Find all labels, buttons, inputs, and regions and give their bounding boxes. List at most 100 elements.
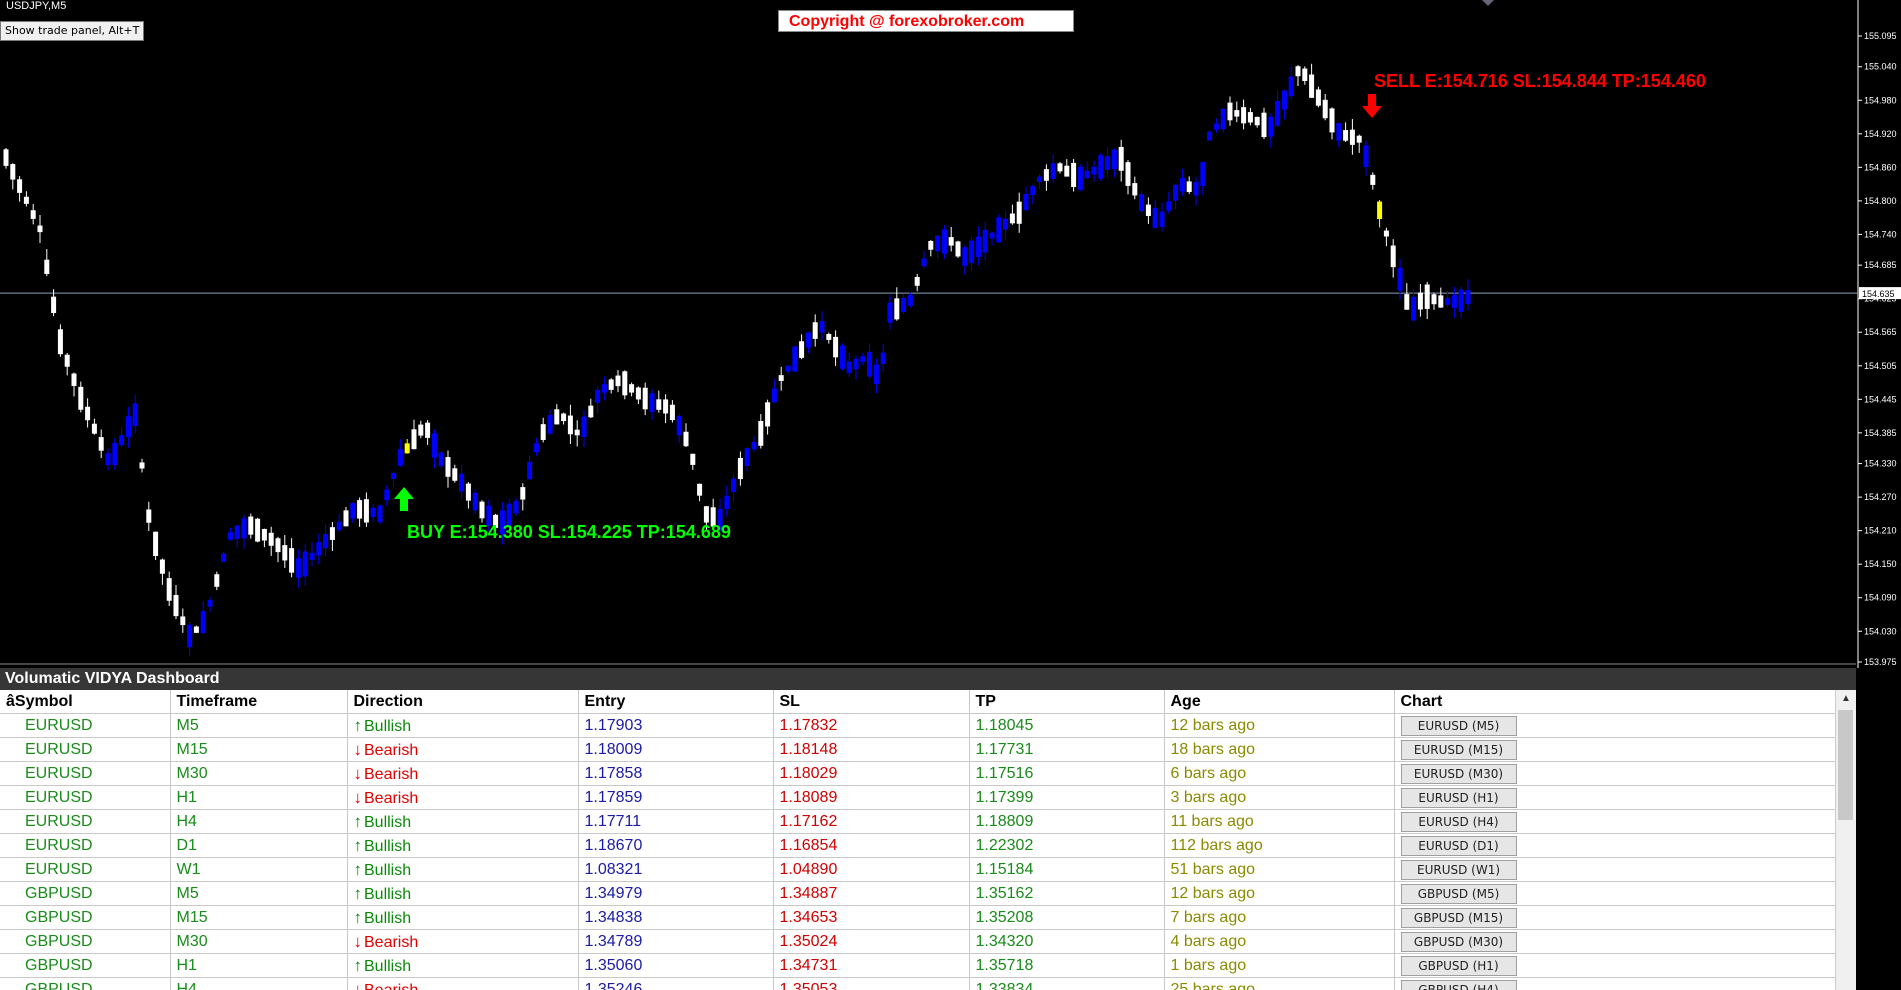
- candle-body: [914, 276, 920, 286]
- candle-body: [676, 416, 682, 436]
- table-header-row: âSymbol Timeframe Direction Entry SL TP …: [0, 690, 1836, 714]
- header-chart[interactable]: Chart: [1394, 690, 1836, 714]
- price-chart[interactable]: 155.095 155.040 154.980 154.920 154.860 154.8…: [0, 0, 1901, 668]
- candle-body: [248, 516, 254, 535]
- candle-body: [1424, 284, 1430, 309]
- cell-entry: 1.35060: [578, 953, 774, 978]
- candle-body: [404, 443, 410, 454]
- candle-body: [397, 449, 403, 466]
- candle-body: [91, 423, 97, 434]
- show-trade-panel-button[interactable]: Show trade panel, Alt+T: [0, 21, 145, 41]
- cell-timeframe: W1: [170, 857, 348, 882]
- candlestick-chart[interactable]: 155.095 155.040 154.980 154.920 154.860 154.8…: [0, 0, 1901, 668]
- cell-entry: 1.17903: [578, 713, 774, 738]
- table-row: GBPUSD H4 ↓ Bearish 1.35246 1.35053 1.33834 25 …: [0, 977, 1836, 990]
- candle-body: [1037, 176, 1043, 183]
- cell-timeframe: H4: [170, 809, 348, 834]
- candle-body: [363, 499, 369, 523]
- header-symbol[interactable]: âSymbol: [0, 690, 171, 714]
- open-chart-button[interactable]: EURUSD (H1): [1400, 787, 1517, 808]
- open-chart-button[interactable]: GBPUSD (M30): [1400, 931, 1517, 952]
- table-row: EURUSD M5 ↑ Bullish 1.17903 1.17832 1.18045 12 …: [0, 713, 1836, 738]
- buy-signal-label: BUY E:154.380 SL:154.225 TP:154.689: [407, 522, 731, 542]
- candle-body: [166, 578, 172, 601]
- candle-body: [1343, 130, 1349, 141]
- candle-body: [1125, 162, 1131, 186]
- candle-body: [533, 443, 539, 453]
- candle-body: [703, 506, 709, 523]
- candle-body: [431, 433, 437, 458]
- cell-age: 18 bars ago: [1164, 737, 1395, 762]
- candle-body: [112, 442, 118, 465]
- candle-body: [438, 452, 444, 467]
- cell-timeframe: M15: [170, 905, 348, 930]
- candle-body: [465, 483, 471, 501]
- open-chart-button[interactable]: EURUSD (H4): [1400, 811, 1517, 832]
- open-chart-button[interactable]: EURUSD (D1): [1400, 835, 1517, 856]
- open-chart-button[interactable]: GBPUSD (H1): [1400, 955, 1517, 976]
- cell-age: 11 bars ago: [1164, 809, 1395, 834]
- candle-body: [805, 332, 811, 348]
- cell-age: 4 bars ago: [1164, 929, 1395, 954]
- cell-symbol: GBPUSD: [0, 881, 171, 906]
- header-entry[interactable]: Entry: [578, 690, 774, 714]
- header-age[interactable]: Age: [1164, 690, 1395, 714]
- candle-body: [1431, 294, 1437, 305]
- direction-label: Bearish: [364, 741, 419, 759]
- table-row: EURUSD M15 ↓ Bearish 1.18009 1.18148 1.17731 18…: [0, 737, 1836, 762]
- open-chart-button[interactable]: EURUSD (W1): [1400, 859, 1517, 880]
- candle-body: [642, 387, 648, 410]
- candle-body: [567, 415, 573, 435]
- candle-body: [724, 495, 730, 509]
- arrow-up-icon: ↑: [353, 883, 363, 903]
- direction-label: Bearish: [364, 765, 419, 783]
- candle-body: [1098, 155, 1104, 179]
- candle-body: [751, 442, 757, 450]
- candle-body: [1377, 201, 1383, 220]
- candle-body: [697, 483, 703, 496]
- price-tick-label: 154.330: [1864, 459, 1897, 469]
- copyright-label: Copyright @ forexobroker.com: [778, 10, 1074, 32]
- scroll-thumb[interactable]: [1838, 710, 1853, 820]
- scroll-up-icon[interactable]: ▲: [1836, 690, 1856, 708]
- candle-body: [690, 453, 696, 465]
- direction-label: Bullish: [364, 837, 412, 855]
- cell-symbol: EURUSD: [0, 785, 171, 810]
- open-chart-button[interactable]: EURUSD (M5): [1400, 715, 1517, 736]
- candle-body: [1261, 112, 1267, 138]
- candle-body: [656, 399, 662, 410]
- open-chart-button[interactable]: EURUSD (M30): [1400, 763, 1517, 784]
- candle-body: [948, 237, 954, 246]
- cell-entry: 1.18670: [578, 833, 774, 858]
- candle-body: [629, 384, 635, 393]
- candle-body: [1397, 267, 1403, 291]
- candle-body: [1193, 181, 1199, 196]
- price-tick-label: 154.210: [1864, 526, 1897, 536]
- candle-body: [336, 521, 342, 531]
- open-chart-button[interactable]: EURUSD (M15): [1400, 739, 1517, 760]
- header-tp[interactable]: TP: [969, 690, 1165, 714]
- cell-sl: 1.35053: [773, 977, 970, 990]
- candle-body: [241, 518, 247, 539]
- candle-body: [295, 558, 301, 578]
- vidya-dashboard: Volumatic VIDYA Dashboard âSymbol Timefr…: [0, 668, 1856, 990]
- header-sl[interactable]: SL: [773, 690, 970, 714]
- cell-age: 12 bars ago: [1164, 713, 1395, 738]
- candle-body: [969, 240, 975, 264]
- open-chart-button[interactable]: GBPUSD (M15): [1400, 907, 1517, 928]
- open-chart-button[interactable]: GBPUSD (M5): [1400, 883, 1517, 904]
- cell-direction: ↑ Bullish: [347, 857, 579, 882]
- candle-body: [275, 538, 281, 553]
- candle-body: [309, 552, 315, 560]
- header-direction[interactable]: Direction: [347, 690, 579, 714]
- header-timeframe[interactable]: Timeframe: [170, 690, 348, 714]
- open-chart-button[interactable]: GBPUSD (H4): [1400, 979, 1517, 990]
- candle-body: [1411, 296, 1417, 321]
- cell-age: 1 bars ago: [1164, 953, 1395, 978]
- candle-body: [187, 624, 193, 648]
- candle-body: [554, 409, 560, 425]
- dashboard-scrollbar[interactable]: ▲: [1835, 690, 1856, 990]
- candle-body: [935, 235, 941, 252]
- candle-body: [289, 548, 295, 573]
- cell-sl: 1.16854: [773, 833, 970, 858]
